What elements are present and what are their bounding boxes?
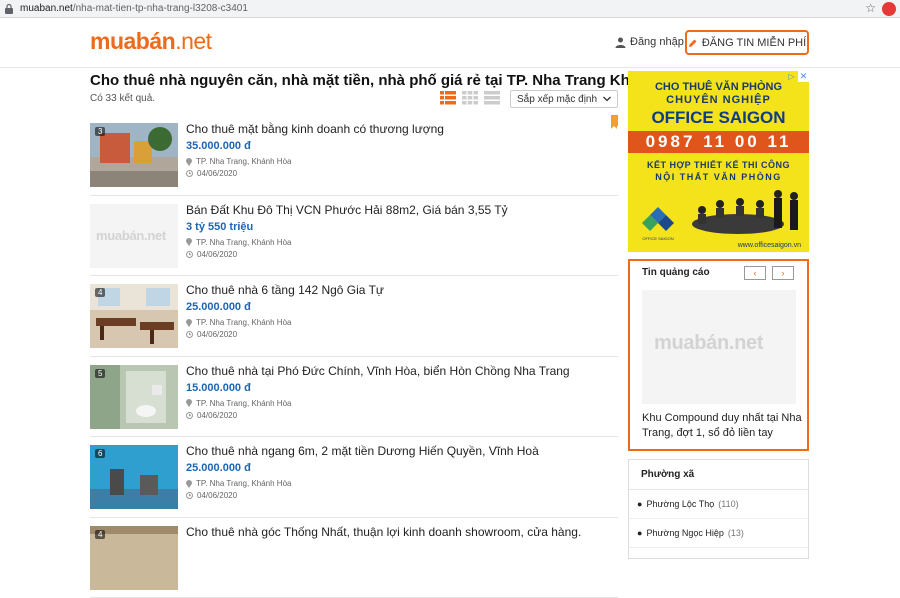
post-free-ad-button[interactable]: ĐĂNG TIN MIỄN PHÍ <box>685 30 809 55</box>
ad-line1: CHO THUÊ VĂN PHÒNG <box>628 81 809 93</box>
result-count: Có 33 kết quả. <box>90 93 155 104</box>
listing-item[interactable]: 4 Cho thuê nhà góc Thống Nhất, thuận lợi… <box>90 518 618 598</box>
placeholder-logo: muabán.net <box>96 228 166 243</box>
post-button-label: ĐĂNG TIN MIỄN PHÍ <box>702 37 806 49</box>
ad-website: www.officesaigon.vn <box>738 242 801 249</box>
listing-title[interactable]: Cho thuê nhà góc Thống Nhất, thuận lợi k… <box>186 525 616 539</box>
photo-count-badge: 4 <box>95 530 105 539</box>
listing-thumbnail[interactable]: 6 <box>90 445 178 509</box>
compact-view-icon[interactable] <box>484 91 500 105</box>
site-logo[interactable]: muabán.net <box>90 28 212 55</box>
photo-count-badge: 6 <box>95 449 105 458</box>
location-pin-icon <box>186 480 192 488</box>
clock-icon <box>186 170 193 177</box>
meeting-people-illustration <box>678 186 806 244</box>
lock-icon <box>4 3 14 14</box>
ward-filter-box: Phường xã ●Phường Lộc Thọ(110) ●Phường N… <box>628 459 809 559</box>
photo-count-badge: 5 <box>95 369 105 378</box>
clock-icon <box>186 492 193 499</box>
listing-date: 04/06/2020 <box>186 491 616 500</box>
listing-price: 15.000.000 đ <box>186 382 616 394</box>
listing-date: 04/06/2020 <box>186 169 616 178</box>
listing-thumbnail[interactable]: 5 <box>90 365 178 429</box>
promo-image[interactable]: muabán.net <box>642 290 796 404</box>
ad-line4: NỘI THẤT VĂN PHÒNG <box>628 172 809 182</box>
listing-location: TP. Nha Trang, Khánh Hòa <box>186 399 616 408</box>
location-pin-icon <box>186 158 192 166</box>
listing-title[interactable]: Bán Đất Khu Đô Thị VCN Phước Hải 88m2, G… <box>186 203 616 217</box>
listing-item[interactable]: 3 Cho thuê mặt bằng kinh doanh có thương… <box>90 115 618 196</box>
ad-brand: OFFICE SAIGON <box>628 108 809 128</box>
photo-count-badge: 3 <box>95 127 105 136</box>
office-saigon-logo-icon: OFFICE SAIGON <box>638 203 678 243</box>
listing-item[interactable]: muabán.net Bán Đất Khu Đô Thị VCN Phước … <box>90 196 618 277</box>
wards-heading: Phường xã <box>629 460 808 490</box>
clock-icon <box>186 251 193 258</box>
location-pin-icon <box>186 238 192 246</box>
listing-location: TP. Nha Trang, Khánh Hòa <box>186 318 616 327</box>
listing-item[interactable]: 6 Cho thuê nhà ngang 6m, 2 mặt tiền Dươn… <box>90 437 618 518</box>
listing-date: 04/06/2020 <box>186 330 616 339</box>
sort-label: Sắp xếp mặc định <box>517 94 597 105</box>
sort-select[interactable]: Sắp xếp mặc định <box>510 90 618 108</box>
listing-date: 04/06/2020 <box>186 411 616 420</box>
listing-location: TP. Nha Trang, Khánh Hòa <box>186 479 616 488</box>
browser-address-bar[interactable]: muaban.net/nha-mat-tien-tp-nha-trang-l32… <box>0 0 900 18</box>
url-text[interactable]: muaban.net/nha-mat-tien-tp-nha-trang-l32… <box>20 3 248 14</box>
listing-title[interactable]: Cho thuê nhà ngang 6m, 2 mặt tiền Dương … <box>186 444 616 458</box>
listing-item[interactable]: 5 Cho thuê nhà tại Phó Đức Chính, Vĩnh H… <box>90 357 618 438</box>
ad-line3: KẾT HỢP THIẾT KẾ THI CÔNG <box>628 160 809 170</box>
user-icon <box>615 37 626 48</box>
placeholder-logo: muabán.net <box>654 332 763 355</box>
listing-price: 3 tỷ 550 triệu <box>186 221 616 233</box>
ad-close-icon[interactable]: ✕ <box>798 71 809 82</box>
login-label: Đăng nhập <box>630 36 684 48</box>
location-pin-icon <box>186 319 192 327</box>
listing-thumbnail[interactable]: 3 <box>90 123 178 187</box>
grid-view-icon[interactable] <box>462 91 478 105</box>
office-saigon-ad-banner[interactable]: CHO THUÊ VĂN PHÒNG CHUYÊN NGHIỆP OFFICE … <box>628 71 809 252</box>
promo-caption[interactable]: Khu Compound duy nhất tại Nha Trang, đợt… <box>642 411 802 441</box>
listing-thumbnail[interactable]: 4 <box>90 526 178 590</box>
listing-list: 3 Cho thuê mặt bằng kinh doanh có thương… <box>90 115 618 598</box>
ad-line2: CHUYÊN NGHIỆP <box>628 94 809 106</box>
photo-count-badge: 4 <box>95 288 105 297</box>
clock-icon <box>186 331 193 338</box>
clock-icon <box>186 412 193 419</box>
listing-title[interactable]: Cho thuê nhà 6 tầng 142 Ngô Gia Tự <box>186 283 616 297</box>
login-link[interactable]: Đăng nhập <box>615 36 684 48</box>
bookmark-star-icon[interactable]: ☆ <box>865 1 876 15</box>
listing-location: TP. Nha Trang, Khánh Hòa <box>186 157 616 166</box>
ad-info-icon[interactable]: ▷ <box>786 71 797 82</box>
list-view-icon[interactable] <box>440 91 456 105</box>
promo-prev-button[interactable]: ‹ <box>744 266 766 280</box>
ad-phone: 0987 11 00 11 <box>628 131 809 153</box>
view-toggle <box>440 91 500 105</box>
ward-item[interactable]: ●Phường Lộc Thọ(110) <box>629 490 808 519</box>
listing-price: 35.000.000 đ <box>186 140 616 152</box>
profile-avatar[interactable] <box>882 2 896 16</box>
listing-date: 04/06/2020 <box>186 250 616 259</box>
promo-heading: Tin quảng cáo <box>642 267 710 278</box>
promo-next-button[interactable]: › <box>772 266 794 280</box>
promoted-listing-box: Tin quảng cáo ‹ › muabán.net Khu Compoun… <box>628 259 809 451</box>
listing-title[interactable]: Cho thuê nhà tại Phó Đức Chính, Vĩnh Hòa… <box>186 364 616 378</box>
location-pin-icon <box>186 399 192 407</box>
listing-title[interactable]: Cho thuê mặt bằng kinh doanh có thương l… <box>186 122 616 136</box>
listing-location: TP. Nha Trang, Khánh Hòa <box>186 238 616 247</box>
bookmark-icon[interactable] <box>611 115 618 126</box>
ward-item[interactable]: ●Phường Ngọc Hiệp(13) <box>629 519 808 548</box>
chevron-down-icon <box>603 96 611 102</box>
pencil-icon <box>688 38 698 48</box>
site-header: muabán.net Đăng nhập ĐĂNG TIN MIỄN PHÍ <box>0 18 900 68</box>
svg-text:OFFICE SAIGON: OFFICE SAIGON <box>642 236 673 241</box>
listing-item[interactable]: 4 Cho thuê nhà 6 tầng 142 Ngô Gia Tự 25.… <box>90 276 618 357</box>
page-title: Cho thuê nhà nguyên căn, nhà mặt tiền, n… <box>90 72 689 89</box>
listing-price: 25.000.000 đ <box>186 462 616 474</box>
listing-price: 25.000.000 đ <box>186 301 616 313</box>
listing-thumbnail[interactable]: muabán.net <box>90 204 178 268</box>
listing-thumbnail[interactable]: 4 <box>90 284 178 348</box>
